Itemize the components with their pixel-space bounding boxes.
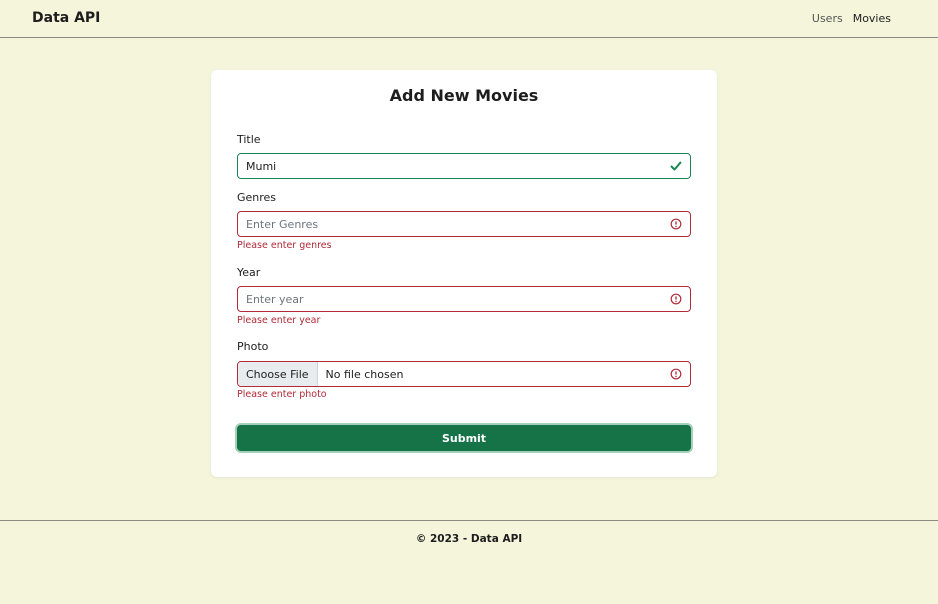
genres-label: Genres	[237, 191, 277, 204]
footer: © 2023 - Data API	[0, 520, 938, 604]
navbar: Data API Users Movies	[0, 0, 938, 38]
form-title: Add New Movies	[389, 86, 539, 105]
nav-link-users[interactable]: Users	[812, 12, 843, 25]
file-status: No file chosen	[325, 367, 404, 381]
year-input[interactable]	[238, 287, 664, 311]
alert-circle-icon	[664, 362, 688, 386]
brand-logo[interactable]: Data API	[32, 10, 100, 26]
nav-links: Users Movies	[812, 12, 891, 25]
nav-link-movies[interactable]: Movies	[853, 12, 891, 25]
title-input[interactable]	[238, 154, 664, 178]
choose-file-button[interactable]: Choose File	[238, 362, 318, 386]
title-field	[237, 153, 691, 179]
photo-error: Please enter photo	[237, 389, 327, 400]
check-icon	[664, 154, 688, 178]
submit-button[interactable]: Submit	[237, 425, 691, 451]
year-label: Year	[237, 266, 261, 279]
add-movie-form: Add New Movies Title Genres Please enter…	[211, 70, 717, 477]
photo-label: Photo	[237, 340, 269, 353]
photo-field: Choose File No file chosen	[237, 361, 691, 387]
title-label: Title	[237, 133, 261, 146]
year-error: Please enter year	[237, 315, 321, 326]
genres-input[interactable]	[238, 212, 664, 236]
alert-circle-icon	[664, 287, 688, 311]
genres-field	[237, 211, 691, 237]
footer-copyright: © 2023 - Data API	[415, 533, 523, 545]
genres-error: Please enter genres	[237, 240, 332, 251]
alert-circle-icon	[664, 212, 688, 236]
year-field	[237, 286, 691, 312]
